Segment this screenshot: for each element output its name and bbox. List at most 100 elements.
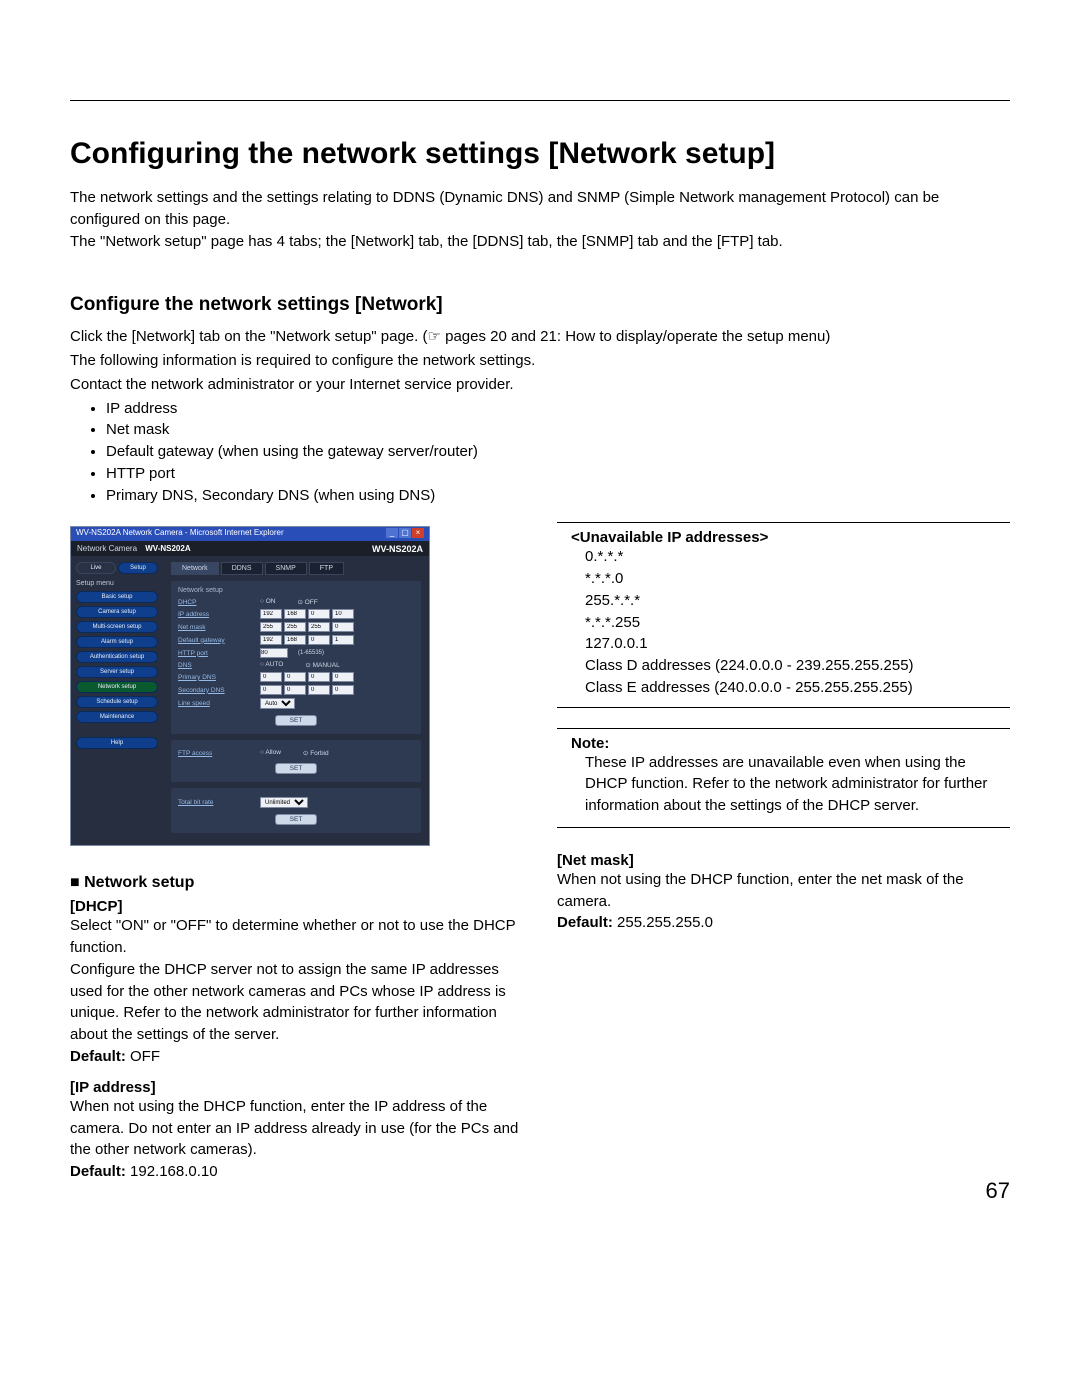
box-line: *.*.*.255 [585,612,1010,634]
model-label: WV-NS202A [145,544,190,553]
list-item: Net mask [106,419,1010,441]
box-line: Class D addresses (224.0.0.0 - 239.255.2… [585,655,1010,677]
gw-octet[interactable] [284,635,306,645]
ip-octet[interactable] [308,609,330,619]
sidebar: Live Setup Setup menu Basic setup Camera… [71,556,163,845]
ip-octet[interactable] [332,609,354,619]
radio-ftp-forbid[interactable]: Forbid [303,749,329,757]
gw-octet[interactable] [308,635,330,645]
field-heading-dhcp: [DHCP] [70,898,523,915]
field-label-dns: DNS [178,662,254,669]
http-port-hint: (1-65535) [298,650,324,656]
nm-octet[interactable] [308,622,330,632]
field-label-bitrate: Total bit rate [178,799,254,806]
sidebar-item-alarm[interactable]: Alarm setup [76,636,158,648]
window-buttons: _▢× [386,528,424,540]
field-heading-netmask: [Net mask] [557,852,1010,869]
gw-octet[interactable] [260,635,282,645]
list-item: Default gateway (when using the gateway … [106,441,1010,463]
field-label-linespeed: Line speed [178,700,254,707]
tab-ddns[interactable]: DDNS [221,562,263,575]
page-number: 67 [986,1178,1010,1204]
radio-dns-auto[interactable]: AUTO [260,661,283,669]
radio-dhcp-on[interactable]: ON [260,598,275,606]
sidebar-item-maintenance[interactable]: Maintenance [76,711,158,723]
brand-row: Network Camera WV-NS202A WV-NS202A [71,541,429,556]
http-port-input[interactable] [260,648,288,658]
field-label-ip: IP address [178,611,254,618]
list-item: Primary DNS, Secondary DNS (when using D… [106,485,1010,507]
dns-octet[interactable] [260,685,282,695]
section-paragraph: Click the [Network] tab on the "Network … [70,326,1010,348]
sidebar-item-network[interactable]: Network setup [76,681,158,693]
dns-octet[interactable] [284,672,306,682]
dns-octet[interactable] [260,672,282,682]
dns-octet[interactable] [332,672,354,682]
radio-ftp-allow[interactable]: Allow [260,749,281,757]
radio-dhcp-off[interactable]: OFF [297,598,317,606]
maximize-icon[interactable]: ▢ [399,528,411,538]
set-button[interactable]: SET [275,763,318,774]
intro-paragraph: The network settings and the settings re… [70,187,1010,231]
default-line: Default: 192.168.0.10 [70,1163,523,1180]
set-button[interactable]: SET [275,715,318,726]
nm-octet[interactable] [284,622,306,632]
tab-snmp[interactable]: SNMP [265,562,307,575]
box-line: Class E addresses (240.0.0.0 - 255.255.2… [585,677,1010,699]
field-label-httpport: HTTP port [178,650,254,657]
sidebar-item-help[interactable]: Help [76,737,158,749]
dns-octet[interactable] [284,685,306,695]
live-button[interactable]: Live [76,562,116,574]
ftp-access-panel: FTP access AllowForbid SET [171,740,421,782]
sidebar-item-camera[interactable]: Camera setup [76,606,158,618]
dns-octet[interactable] [332,685,354,695]
unavailable-ip-box: <Unavailable IP addresses> 0.*.*.* *.*.*… [557,522,1010,707]
linespeed-select[interactable]: Auto [260,698,295,709]
body-text: Configure the DHCP server not to assign … [70,959,523,1046]
page-title: Configuring the network settings [Networ… [70,137,1010,171]
box-line: 255.*.*.* [585,590,1010,612]
sidebar-section-label: Setup menu [76,580,158,587]
section-paragraph: Contact the network administrator or you… [70,374,1010,396]
nm-octet[interactable] [260,622,282,632]
requirements-list: IP address Net mask Default gateway (whe… [92,398,1010,507]
network-panel: Network setup DHCP ON OFF IP address Net … [171,581,421,734]
note-heading: Note: [571,735,1010,752]
section-title: Configure the network settings [Network] [70,294,1010,316]
set-button[interactable]: SET [275,814,318,825]
field-heading-ip: [IP address] [70,1079,523,1096]
dns-octet[interactable] [308,672,330,682]
sidebar-item-auth[interactable]: Authentication setup [76,651,158,663]
sidebar-item-multiscreen[interactable]: Multi-screen setup [76,621,158,633]
sidebar-item-schedule[interactable]: Schedule setup [76,696,158,708]
field-label-pdns: Primary DNS [178,674,254,681]
sidebar-item-server[interactable]: Server setup [76,666,158,678]
model-label-right: WV-NS202A [372,544,423,554]
gw-octet[interactable] [332,635,354,645]
box-heading: <Unavailable IP addresses> [571,529,1010,546]
sidebar-item-basic[interactable]: Basic setup [76,591,158,603]
ip-octet[interactable] [284,609,306,619]
nm-octet[interactable] [332,622,354,632]
box-line: *.*.*.0 [585,568,1010,590]
body-text: When not using the DHCP function, enter … [70,1096,523,1161]
screenshot-network-setup: WV-NS202A Network Camera - Microsoft Int… [70,526,430,846]
setup-button[interactable]: Setup [118,562,158,574]
list-item: IP address [106,398,1010,420]
panel-title: Network setup [178,587,414,594]
radio-dns-manual[interactable]: MANUAL [305,661,339,669]
window-title: WV-NS202A Network Camera - Microsoft Int… [76,528,284,540]
close-icon[interactable]: × [412,528,424,538]
intro-paragraph: The "Network setup" page has 4 tabs; the… [70,231,1010,253]
field-label-dhcp: DHCP [178,599,254,606]
tab-ftp[interactable]: FTP [309,562,344,575]
minimize-icon[interactable]: _ [386,528,398,538]
field-label-sdns: Secondary DNS [178,687,254,694]
brand-label: Network Camera [77,544,137,553]
bitrate-select[interactable]: Unlimited [260,797,308,808]
dns-octet[interactable] [308,685,330,695]
field-label-netmask: Net mask [178,624,254,631]
subsection-heading: ■ Network setup [70,874,523,892]
tab-network[interactable]: Network [171,562,219,575]
ip-octet[interactable] [260,609,282,619]
